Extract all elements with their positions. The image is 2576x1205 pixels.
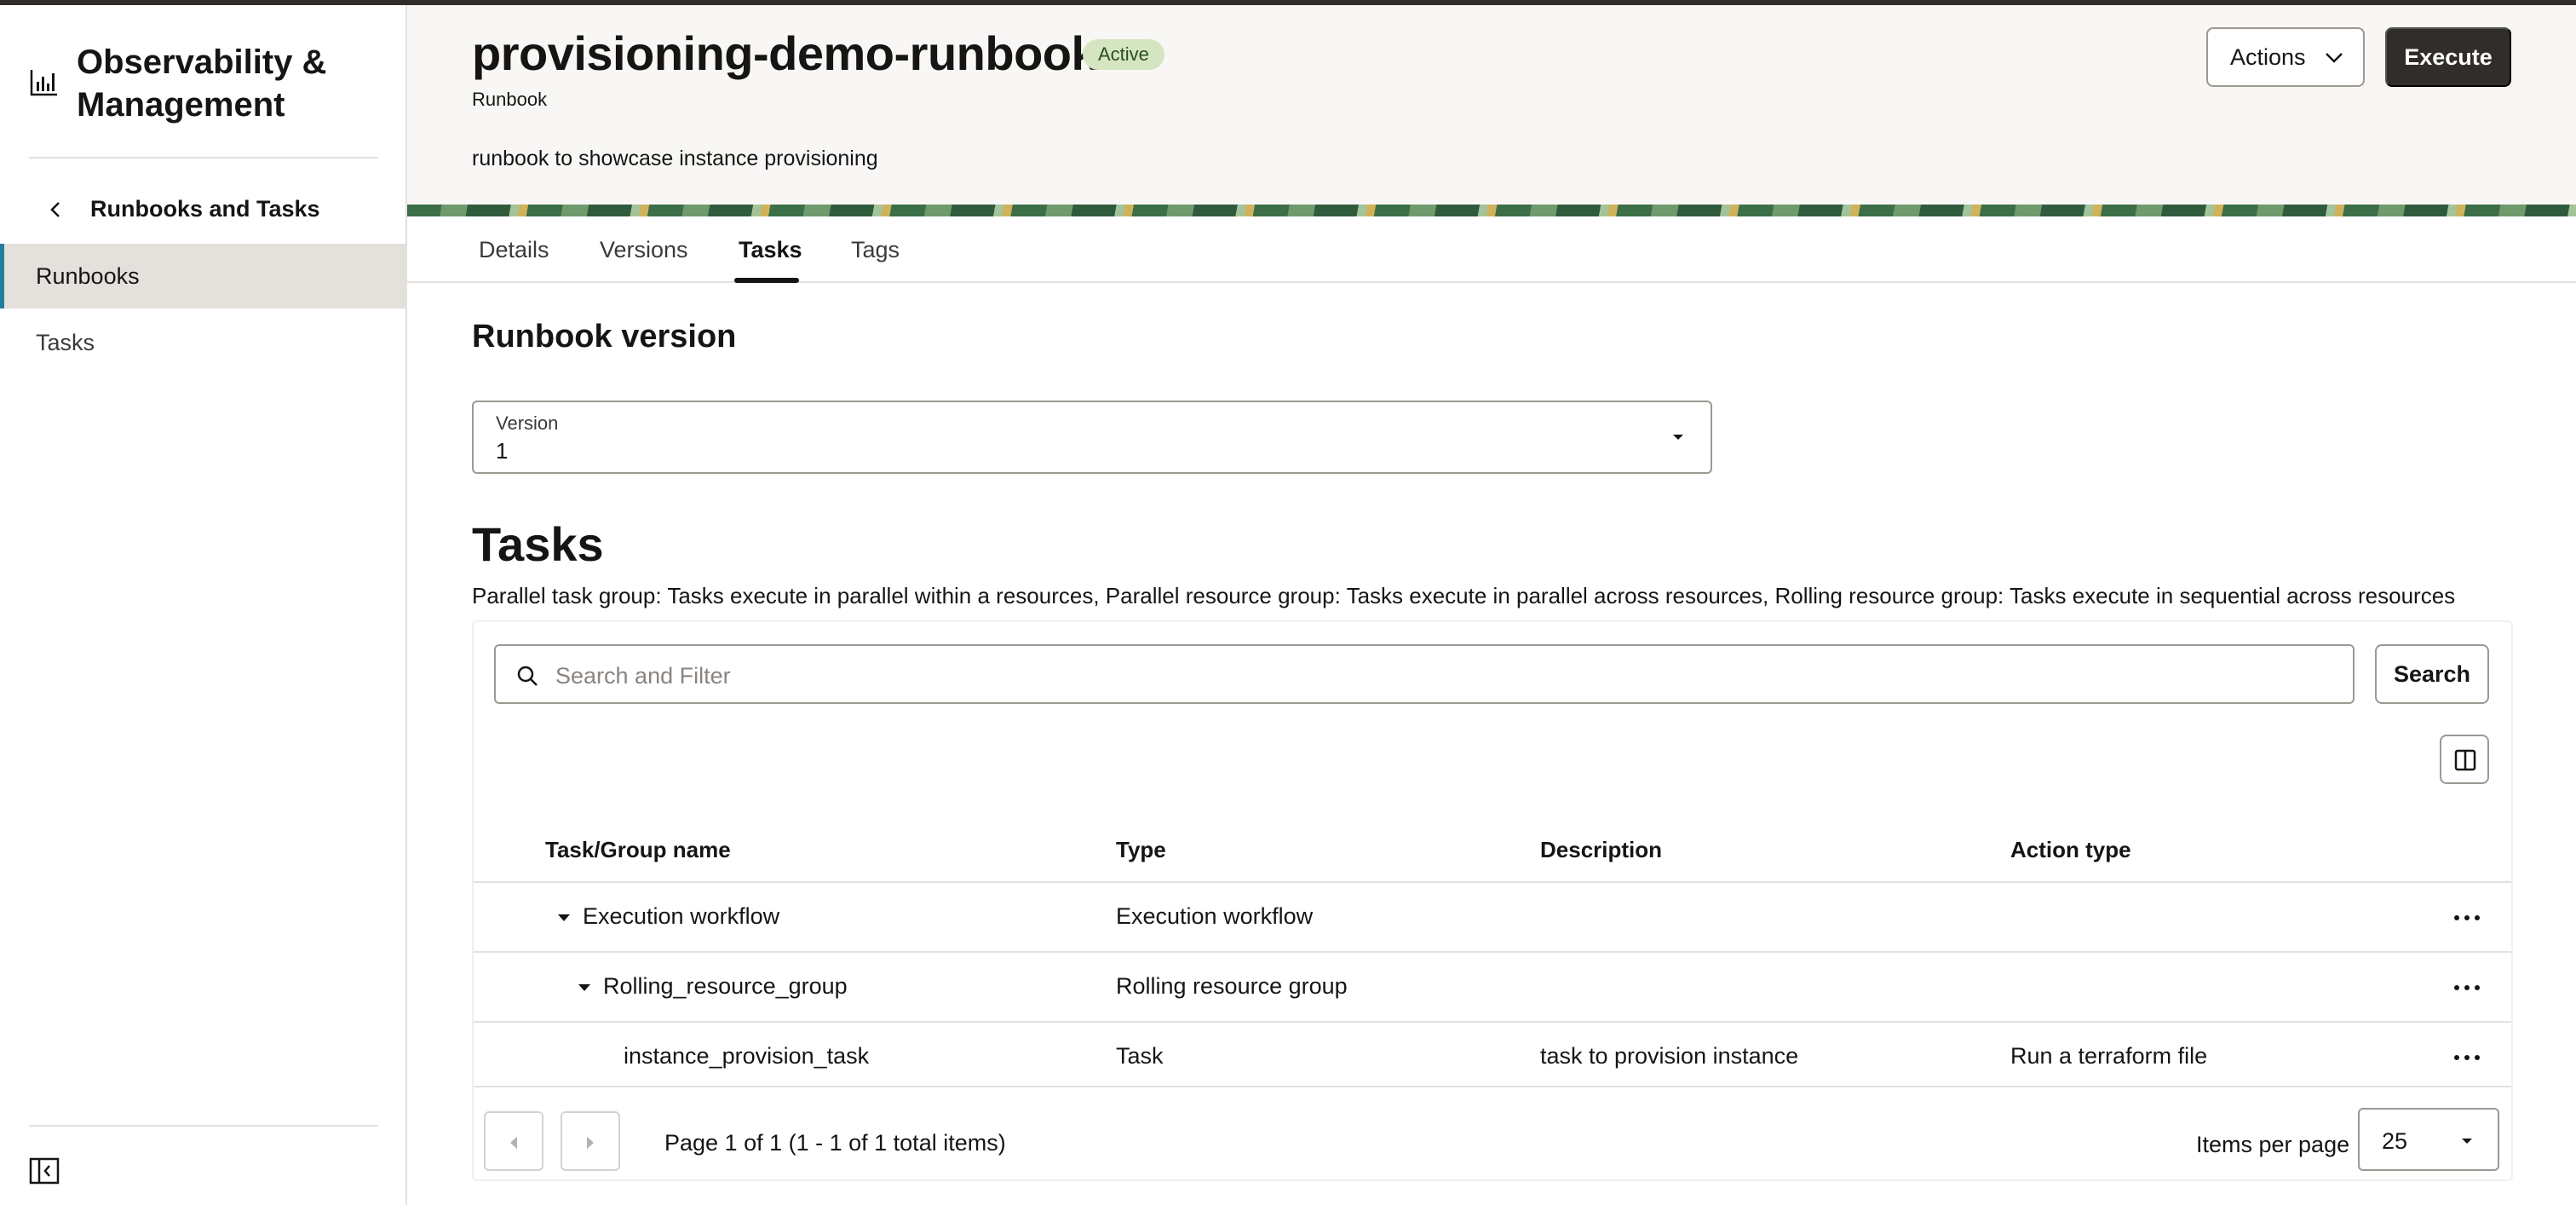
dropdown-arrow-icon xyxy=(1673,435,1683,440)
sidebar-bottom-divider xyxy=(29,1125,378,1127)
tasks-title: Tasks xyxy=(472,517,604,571)
column-header-action-type[interactable]: Action type xyxy=(2010,837,2131,863)
back-label: Runbooks and Tasks xyxy=(90,196,320,222)
task-action-type: Run a terraform file xyxy=(2010,1043,2208,1069)
tab-tags[interactable]: Tags xyxy=(851,237,900,263)
sidebar-divider xyxy=(29,157,378,159)
search-placeholder: Search and Filter xyxy=(555,663,731,689)
sidebar: Observability & Management Runbooks and … xyxy=(0,5,407,1205)
task-name: Rolling_resource_group xyxy=(603,973,848,999)
resource-type: Runbook xyxy=(472,89,548,110)
column-header-name[interactable]: Task/Group name xyxy=(545,837,731,863)
version-label: Version xyxy=(496,412,559,434)
task-type: Task xyxy=(1116,1043,1164,1069)
column-header-description[interactable]: Description xyxy=(1540,837,1662,863)
columns-icon xyxy=(2454,749,2476,771)
version-value: 1 xyxy=(496,438,509,464)
chevron-left-icon xyxy=(50,201,60,217)
actions-label: Actions xyxy=(2230,43,2306,70)
sidebar-item-runbooks[interactable]: Runbooks xyxy=(0,244,405,308)
task-type: Execution workflow xyxy=(1116,903,1314,929)
more-actions-icon[interactable] xyxy=(2450,905,2484,931)
runbook-description: runbook to showcase instance provisionin… xyxy=(472,147,878,170)
items-per-page-label: Items per page xyxy=(2196,1132,2350,1157)
task-type: Rolling resource group xyxy=(1116,973,1348,999)
table-row[interactable]: Rolling_resource_group Rolling resource … xyxy=(474,951,2511,1021)
tab-details[interactable]: Details xyxy=(479,237,549,263)
manage-columns-button[interactable] xyxy=(2440,735,2489,784)
more-actions-icon[interactable] xyxy=(2450,1045,2484,1070)
tab-tasks[interactable]: Tasks xyxy=(739,237,802,263)
task-name: instance_provision_task xyxy=(624,1043,870,1069)
version-select[interactable]: Version 1 xyxy=(472,401,1712,474)
caret-down-icon[interactable] xyxy=(555,912,572,924)
previous-page-button[interactable] xyxy=(484,1111,543,1171)
table-row[interactable]: instance_provision_task Task task to pro… xyxy=(474,1021,2511,1091)
next-page-button[interactable] xyxy=(561,1111,620,1171)
dropdown-arrow-icon xyxy=(2462,1139,2472,1144)
actions-button[interactable]: Actions xyxy=(2206,27,2365,87)
runbook-version-title: Runbook version xyxy=(472,319,737,355)
active-tab-indicator xyxy=(734,278,799,283)
chart-icon xyxy=(30,70,57,96)
page-info: Page 1 of 1 (1 - 1 of 1 total items) xyxy=(664,1130,1006,1156)
task-name: Execution workflow xyxy=(583,903,780,929)
table-row[interactable]: Execution workflow Execution workflow xyxy=(474,881,2511,951)
sidebar-item-tasks[interactable]: Tasks xyxy=(0,310,405,375)
task-description: task to provision instance xyxy=(1540,1043,1799,1069)
more-actions-icon[interactable] xyxy=(2450,975,2484,1000)
tab-versions[interactable]: Versions xyxy=(600,237,688,263)
items-per-page-value: 25 xyxy=(2382,1128,2408,1154)
tab-bar: Details Versions Tasks Tags xyxy=(407,216,2576,283)
collapse-sidebar-icon[interactable] xyxy=(29,1157,60,1185)
search-button[interactable]: Search xyxy=(2375,644,2489,704)
pagination-bar: Page 1 of 1 (1 - 1 of 1 total items) Ite… xyxy=(474,1086,2511,1179)
page-title: provisioning-demo-runbook xyxy=(472,26,1098,80)
back-to-runbooks-and-tasks[interactable]: Runbooks and Tasks xyxy=(46,196,320,222)
status-badge: Active xyxy=(1083,39,1164,70)
search-icon xyxy=(517,666,538,686)
search-input[interactable]: Search and Filter xyxy=(494,644,2355,704)
chevron-down-icon xyxy=(2326,53,2343,63)
chevron-left-icon xyxy=(510,1137,517,1149)
tasks-help-text: Parallel task group: Tasks execute in pa… xyxy=(472,583,2456,608)
execute-button[interactable]: Execute xyxy=(2385,27,2511,87)
app-title: Observability & Management xyxy=(77,43,327,124)
brand: Observability & Management xyxy=(29,41,383,126)
chevron-right-icon xyxy=(587,1137,594,1149)
caret-down-icon[interactable] xyxy=(576,982,593,994)
header-banner xyxy=(407,205,2576,216)
items-per-page-select[interactable]: 25 xyxy=(2358,1108,2499,1171)
column-header-type[interactable]: Type xyxy=(1116,837,1166,863)
